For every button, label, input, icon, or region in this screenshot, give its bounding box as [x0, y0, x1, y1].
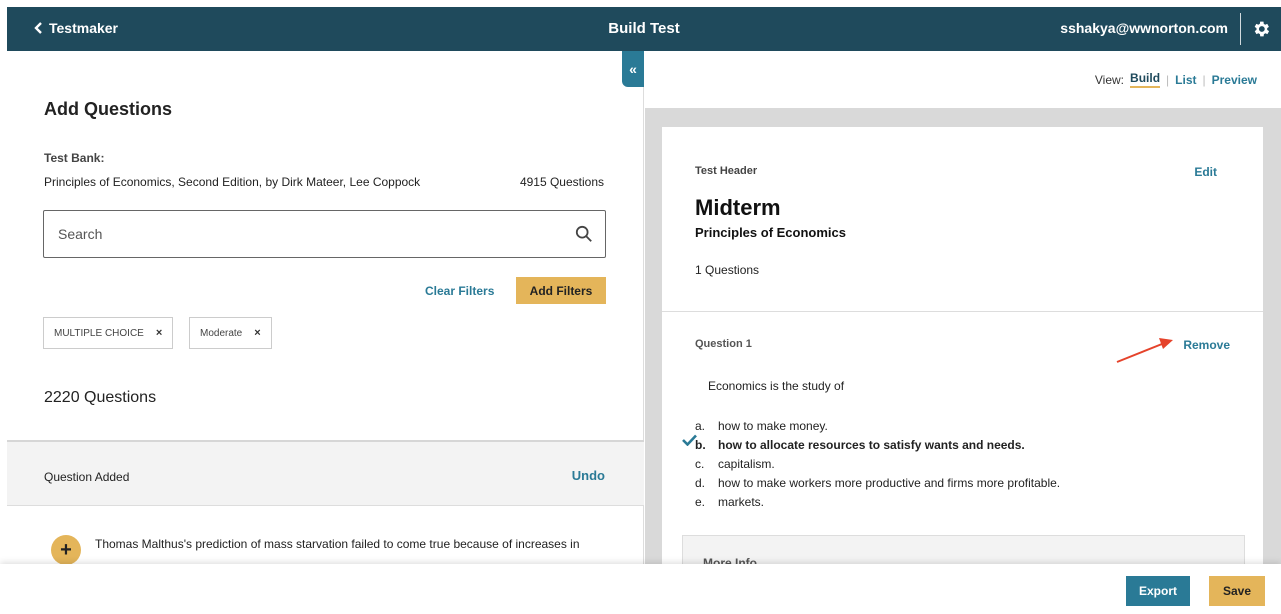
answer-letter: d. [695, 476, 706, 490]
test-question-count: 1 Questions [695, 263, 760, 277]
test-build-panel: View: Build | List | Preview Test Header… [645, 51, 1281, 570]
answer-text: how to make workers more productive and … [718, 476, 1061, 490]
answer-text: markets. [718, 495, 765, 509]
view-list-tab[interactable]: List [1175, 73, 1196, 87]
answer-option-correct: b. how to allocate resources to satisfy … [695, 436, 1060, 455]
collapse-panel-button[interactable]: « [622, 51, 644, 87]
user-email[interactable]: sshakya@wwnorton.com [1060, 20, 1228, 36]
answer-text: capitalism. [718, 457, 775, 471]
undo-link[interactable]: Undo [572, 468, 605, 483]
view-separator: | [1166, 72, 1170, 87]
clear-filters-link[interactable]: Clear Filters [425, 284, 494, 298]
search-box [43, 210, 606, 258]
annotation-arrow-icon [1116, 338, 1173, 363]
answer-option: a. how to make money. [695, 417, 1060, 436]
remove-question-link[interactable]: Remove [1183, 338, 1230, 352]
add-questions-panel: Add Questions Test Bank: Principles of E… [7, 51, 644, 565]
answer-letter: c. [695, 457, 705, 471]
answer-text: how to make money. [718, 419, 828, 433]
add-question-button[interactable]: + [51, 535, 81, 565]
gear-icon[interactable] [1251, 19, 1271, 39]
test-bank-count: 4915 Questions [519, 175, 604, 189]
answer-text: how to allocate resources to satisfy wan… [718, 438, 1025, 452]
test-header-label: Test Header [695, 165, 758, 177]
card-divider [662, 311, 1263, 312]
answer-option: c. capitalism. [695, 455, 1060, 474]
save-button[interactable]: Save [1209, 576, 1265, 606]
question-added-notice: Question Added Undo [7, 440, 644, 506]
answer-letter: e. [695, 495, 706, 509]
answer-list: a. how to make money. b. how to allocate… [695, 417, 1060, 512]
filter-chip-multiple-choice: MULTIPLE CHOICE × [43, 317, 174, 349]
question-preview-text: Thomas Malthus's prediction of mass star… [95, 537, 580, 551]
panel-heading: Add Questions [44, 99, 173, 119]
test-title: Midterm [695, 195, 781, 220]
search-input[interactable] [44, 211, 575, 257]
test-subtitle: Principles of Economics [695, 225, 846, 240]
add-filters-button[interactable]: Add Filters [516, 277, 606, 304]
answer-letter: b. [695, 438, 706, 452]
answer-letter: a. [695, 419, 706, 433]
filter-chip-label: Moderate [200, 327, 243, 339]
view-switcher: View: Build | List | Preview [1095, 71, 1257, 88]
close-icon[interactable]: × [156, 327, 162, 339]
export-button[interactable]: Export [1126, 576, 1190, 606]
edit-header-link[interactable]: Edit [1194, 165, 1217, 179]
more-info-section[interactable]: More Info [682, 535, 1245, 570]
close-icon[interactable]: × [254, 327, 260, 339]
filter-chip-moderate: Moderate × [189, 317, 272, 349]
filter-chip-label: MULTIPLE CHOICE [54, 327, 144, 339]
answer-option: e. markets. [695, 493, 1060, 512]
question-stem: Economics is the study of [708, 379, 845, 393]
view-preview-tab[interactable]: Preview [1212, 73, 1257, 87]
view-label: View: [1094, 72, 1125, 87]
view-build-tab[interactable]: Build [1130, 71, 1161, 88]
header-divider [1240, 13, 1241, 45]
notice-message: Question Added [44, 470, 130, 484]
search-icon[interactable] [575, 225, 593, 243]
results-count: 2220 Questions [44, 389, 157, 406]
view-separator: | [1202, 72, 1206, 87]
bottom-action-bar: Export Save [0, 564, 1281, 614]
question-number-label: Question 1 [695, 338, 752, 350]
test-bank-name: Principles of Economics, Second Edition,… [44, 175, 421, 189]
answer-option: d. how to make workers more productive a… [695, 474, 1060, 493]
test-bank-label: Test Bank: [44, 151, 105, 165]
top-navigation-bar: Testmaker Build Test sshakya@wwnorton.co… [7, 7, 1281, 51]
test-card: Test Header Edit Midterm Principles of E… [662, 127, 1263, 570]
